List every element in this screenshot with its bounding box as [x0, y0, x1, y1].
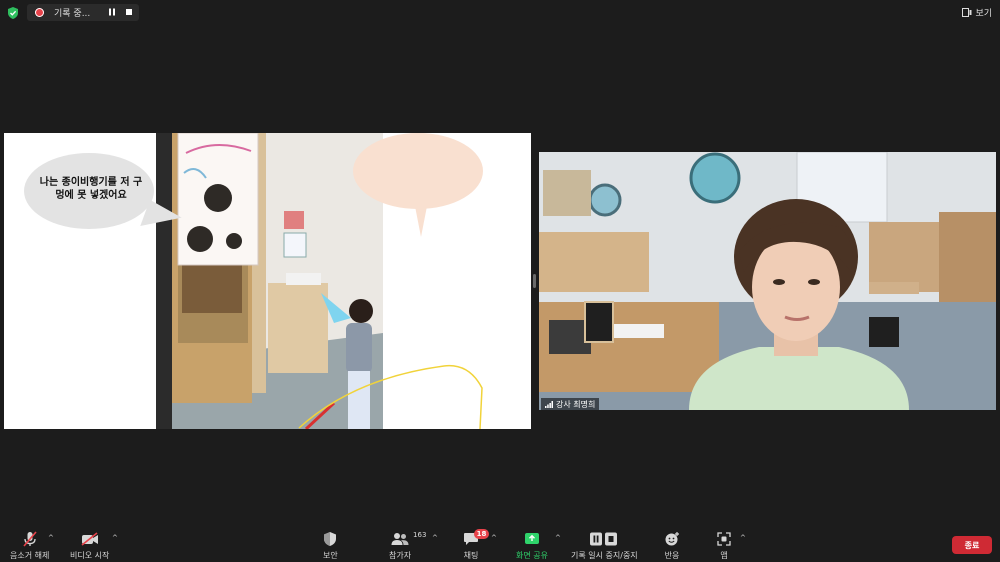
end-meeting-button[interactable]: 종료: [952, 536, 992, 554]
view-label: 보기: [975, 8, 992, 19]
share-screen-icon: [524, 533, 539, 544]
recording-controls-label: 기록 일시 중지/중지: [571, 551, 638, 560]
participants-label: 참가자: [389, 551, 412, 560]
apps-icon: [717, 532, 731, 546]
apps-options-chevron-icon[interactable]: ^: [740, 534, 746, 542]
video-options-chevron-icon[interactable]: ^: [112, 534, 118, 542]
participant-name: 강사 최명희: [556, 399, 596, 409]
apps-button[interactable]: 앱: [717, 530, 731, 561]
participants-options-chevron-icon[interactable]: ^: [432, 534, 438, 542]
signal-strength-icon: [545, 400, 553, 408]
chat-unread-badge: 18: [474, 529, 489, 539]
participants-icon: [391, 533, 409, 545]
reactions-label: 반응: [664, 551, 680, 560]
view-layout-icon: [962, 7, 972, 17]
recording-dot-icon: [35, 8, 44, 17]
speech-bubble-text: 나는 종이비행기를 저 구멍에 못 넣겠어요: [39, 177, 143, 201]
pause-stop-recording-icon: [590, 532, 618, 546]
stop-recording-icon[interactable]: [125, 8, 133, 16]
participant-name-tag: 강사 최명희: [541, 398, 600, 410]
share-screen-label: 화면 공유: [516, 551, 548, 560]
reactions-button[interactable]: 반응: [664, 530, 680, 561]
audio-options-chevron-icon[interactable]: ^: [48, 534, 54, 542]
reaction-smiley-icon: [665, 532, 679, 546]
participant-video: [539, 152, 996, 410]
view-button[interactable]: 보기: [962, 5, 992, 19]
apps-label: 앱: [720, 551, 728, 560]
share-options-chevron-icon[interactable]: ^: [555, 534, 561, 542]
security-shield-icon: [8, 7, 18, 19]
recording-controls-button[interactable]: 기록 일시 중지/중지: [571, 530, 638, 561]
share-screen-button[interactable]: 화면 공유: [516, 530, 548, 561]
speech-bubble-right-tail: [414, 201, 428, 237]
pause-recording-icon[interactable]: [108, 8, 116, 16]
microphone-muted-icon: [23, 531, 37, 547]
annotation-stroke: [298, 364, 483, 429]
chat-label: 채팅: [463, 551, 479, 560]
split-view-divider[interactable]: [533, 274, 536, 288]
unmute-label: 음소거 해제: [10, 551, 50, 560]
speech-bubble-right: [353, 133, 483, 209]
participant-video-frame: [539, 152, 996, 410]
unmute-button[interactable]: 음소거 해제: [10, 530, 49, 561]
shared-screen: 나는 종이비행기를 저 구멍에 못 넣겠어요: [4, 133, 531, 429]
participants-count: 163: [413, 531, 427, 539]
start-video-label: 비디오 시작: [70, 551, 110, 560]
video-camera-off-icon: [81, 532, 98, 546]
recording-label: 기록 중...: [54, 9, 91, 19]
shield-icon: [324, 532, 337, 546]
participants-button[interactable]: 163 참가자: [389, 530, 426, 561]
chat-options-chevron-icon[interactable]: ^: [491, 534, 497, 542]
security-label: 보안: [323, 551, 338, 560]
start-video-button[interactable]: 비디오 시작: [70, 530, 109, 561]
security-button[interactable]: 보안: [323, 530, 338, 561]
